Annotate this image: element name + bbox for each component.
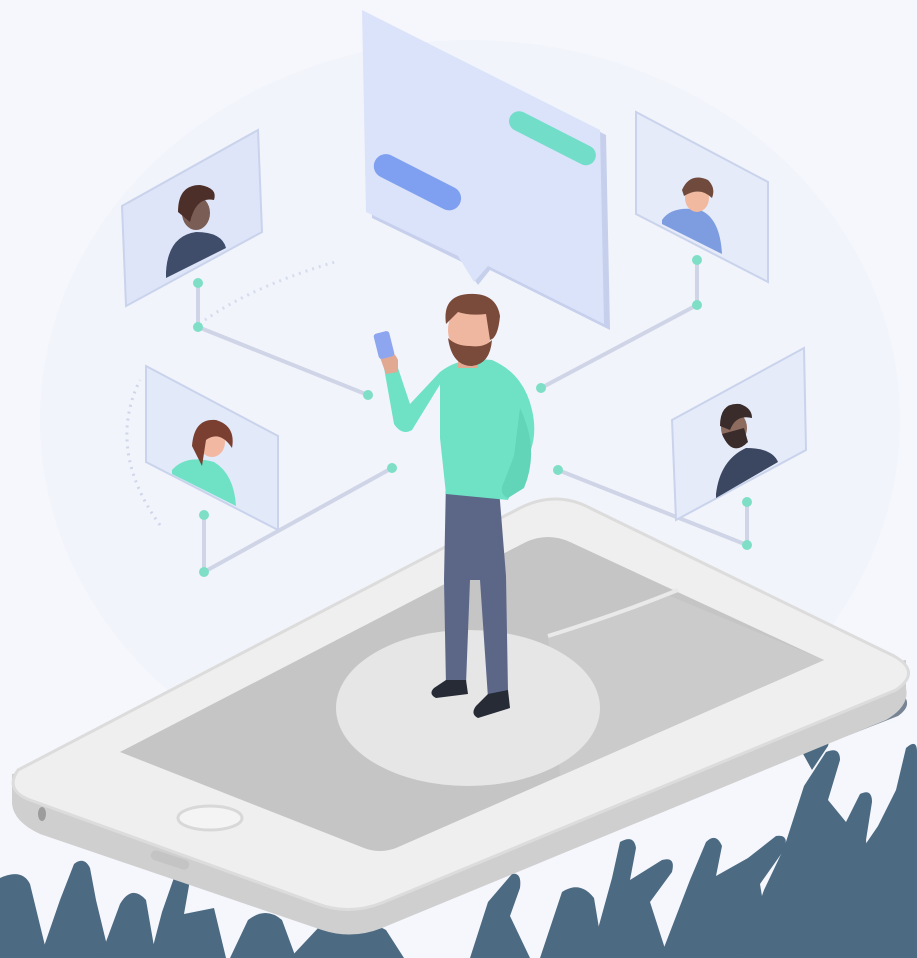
smartphone-home-button xyxy=(176,804,244,832)
crowd-silhouette xyxy=(230,913,296,958)
social-network-illustration xyxy=(0,10,917,958)
crowd-silhouette xyxy=(0,874,48,958)
connector-dot-icon xyxy=(742,497,752,507)
connector-dot-icon xyxy=(553,465,563,475)
connector-dot-icon xyxy=(193,278,203,288)
connector-dot-icon xyxy=(199,567,209,577)
connector-dot-icon xyxy=(193,322,203,332)
connector-dot-icon xyxy=(536,383,546,393)
connector-dot-icon xyxy=(199,510,209,520)
illustration-scene xyxy=(0,0,917,958)
crowd-silhouette xyxy=(590,839,673,958)
spotlight xyxy=(336,630,600,786)
crowd-silhouette xyxy=(100,892,156,958)
connector-dot-icon xyxy=(363,390,373,400)
connector-dot-icon xyxy=(692,255,702,265)
smartphone-speaker xyxy=(38,807,46,821)
connector-dot-icon xyxy=(387,463,397,473)
connector-dot-icon xyxy=(692,300,702,310)
connector-dot-icon xyxy=(742,540,752,550)
crowd-silhouette xyxy=(40,860,110,958)
